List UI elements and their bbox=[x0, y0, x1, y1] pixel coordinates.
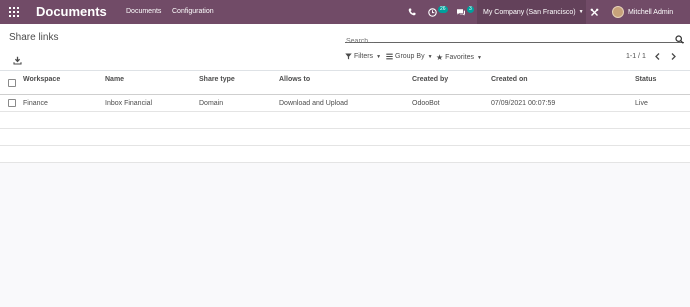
caret-down-icon: ▼ bbox=[476, 54, 482, 61]
cell-name: Inbox Financial bbox=[105, 100, 153, 107]
column-header-created-on[interactable]: Created on bbox=[491, 76, 528, 83]
cell-allows-to: Download and Upload bbox=[279, 100, 348, 107]
list-icon bbox=[386, 53, 393, 60]
favorites-button[interactable]: ★ Favorites ▼ bbox=[436, 53, 482, 62]
cell-created-on: 07/09/2021 00:07:59 bbox=[491, 100, 556, 107]
filter-icon bbox=[345, 53, 352, 60]
message-count-badge: 3 bbox=[467, 5, 474, 13]
column-header-share-type[interactable]: Share type bbox=[199, 76, 235, 83]
app-menu-icon[interactable] bbox=[9, 7, 19, 17]
menu-documents[interactable]: Documents bbox=[126, 8, 161, 15]
breadcrumb: Share links bbox=[9, 32, 59, 43]
share-links-table: Workspace Name Share type Allows to Crea… bbox=[0, 71, 690, 163]
avatar bbox=[612, 6, 624, 18]
empty-row bbox=[0, 146, 690, 163]
star-icon: ★ bbox=[436, 53, 444, 62]
menu-configuration[interactable]: Configuration bbox=[172, 8, 214, 15]
search-icon[interactable] bbox=[675, 31, 684, 44]
cell-created-by: OdooBot bbox=[412, 100, 440, 107]
row-checkbox[interactable] bbox=[8, 99, 16, 107]
empty-row bbox=[0, 129, 690, 146]
search-input[interactable] bbox=[345, 38, 665, 45]
app-title[interactable]: Documents bbox=[36, 4, 107, 19]
filters-label: Filters bbox=[354, 53, 374, 60]
caret-down-icon: ▼ bbox=[427, 53, 433, 60]
caret-down-icon: ▼ bbox=[578, 9, 584, 15]
column-header-created-by[interactable]: Created by bbox=[412, 76, 448, 83]
search-bar bbox=[345, 30, 684, 45]
chevron-left-icon[interactable] bbox=[654, 52, 661, 63]
pager-value[interactable]: 1-1 / 1 bbox=[626, 53, 646, 60]
column-header-workspace[interactable]: Workspace bbox=[23, 76, 60, 83]
debug-tools-icon[interactable] bbox=[590, 0, 599, 24]
favorites-label: Favorites bbox=[445, 54, 474, 61]
column-header-name[interactable]: Name bbox=[105, 76, 124, 83]
download-icon[interactable] bbox=[13, 52, 22, 65]
empty-row bbox=[0, 112, 690, 129]
cell-workspace: Finance bbox=[23, 100, 48, 107]
group-by-button[interactable]: Group By ▼ bbox=[386, 53, 433, 60]
select-all-checkbox[interactable] bbox=[8, 79, 16, 87]
group-by-label: Group By bbox=[395, 53, 425, 60]
cell-share-type: Domain bbox=[199, 100, 224, 107]
company-switcher[interactable]: My Company (San Francisco) ▼ bbox=[477, 0, 586, 24]
column-header-status[interactable]: Status bbox=[635, 76, 656, 83]
chevron-right-icon[interactable] bbox=[670, 52, 677, 63]
cell-status: Live bbox=[635, 100, 648, 107]
company-name: My Company (San Francisco) bbox=[483, 8, 576, 16]
activity-clock-icon[interactable]: 26 bbox=[428, 0, 448, 24]
filters-button[interactable]: Filters ▼ bbox=[345, 53, 381, 60]
user-menu[interactable]: Mitchell Admin bbox=[612, 0, 673, 24]
table-header: Workspace Name Share type Allows to Crea… bbox=[0, 71, 690, 95]
activity-count-badge: 26 bbox=[438, 5, 448, 13]
column-header-allows-to[interactable]: Allows to bbox=[279, 76, 310, 83]
messages-icon[interactable]: 3 bbox=[456, 0, 474, 24]
phone-icon[interactable] bbox=[408, 0, 416, 24]
table-row[interactable]: Finance Inbox Financial Domain Download … bbox=[0, 95, 690, 112]
control-panel: Share links Filters ▼ Group By ▼ ★ Favor… bbox=[0, 24, 690, 71]
user-name: Mitchell Admin bbox=[628, 8, 674, 16]
caret-down-icon: ▼ bbox=[376, 53, 382, 60]
top-navbar: Documents Documents Configuration 26 3 M… bbox=[0, 0, 690, 24]
